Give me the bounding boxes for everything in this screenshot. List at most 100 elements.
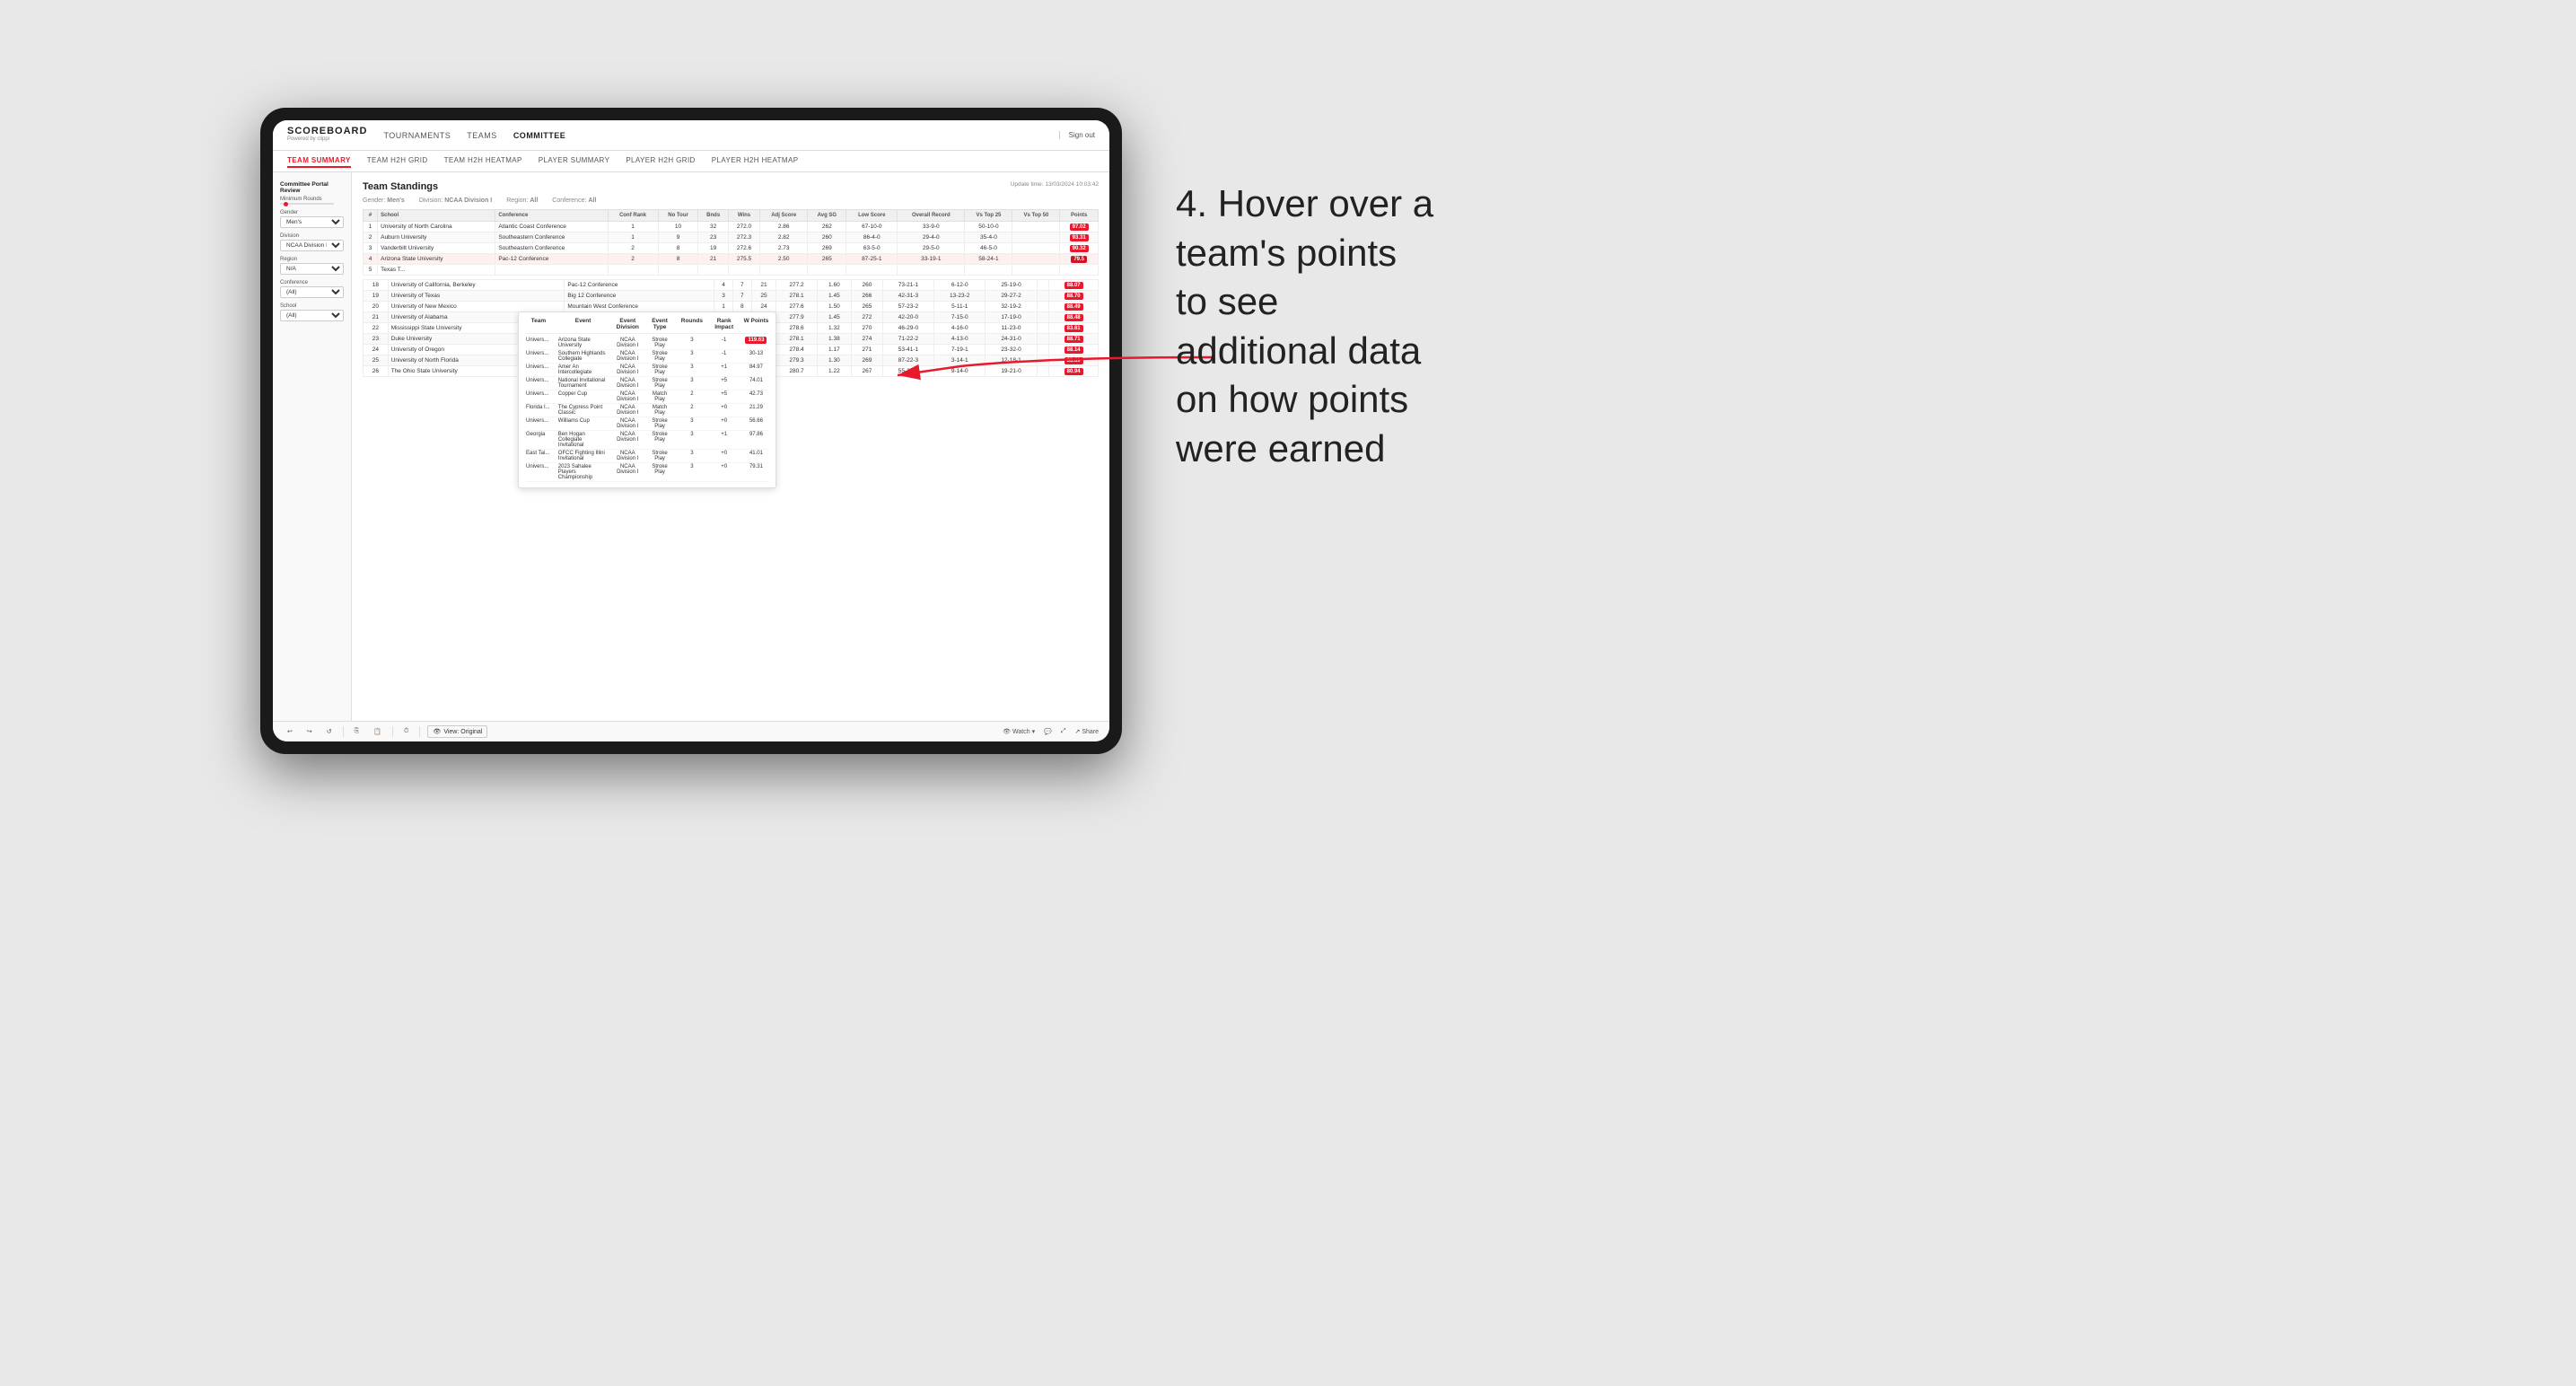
expand-button[interactable]: ⤢: [1061, 728, 1066, 735]
table-row[interactable]: 2 Auburn University Southeastern Confere…: [364, 232, 1099, 243]
nav-bar: SCOREBOARD Powered by clippi TOURNAMENTS…: [273, 120, 1109, 151]
label-gender: Gender: [280, 210, 344, 215]
share-button[interactable]: ↗ Share: [1074, 728, 1099, 735]
col-adj-score: Adj Score: [760, 210, 808, 222]
cell-avg-sg: 262: [808, 222, 846, 232]
tab-team-summary[interactable]: TEAM SUMMARY: [287, 154, 351, 168]
col-low-score: Low Score: [846, 210, 898, 222]
paste-button[interactable]: 📋: [370, 726, 385, 737]
tablet-frame: SCOREBOARD Powered by clippi TOURNAMENTS…: [260, 108, 1122, 754]
sidebar-portal-title: Committee Portal Review: [280, 181, 344, 194]
tooltip-row: Univers... Amer An Intercollegiate NCAA …: [526, 364, 768, 377]
conference-filter-label: Conference: All: [552, 197, 596, 204]
tooltip-row: Univers... Copper Cup NCAA Division I Ma…: [526, 390, 768, 404]
table-row[interactable]: 5 Texas T...: [364, 265, 1099, 276]
tooltip-col-team: Team: [526, 318, 551, 330]
tooltip-row: Univers... 2023 Sahalee Players Champion…: [526, 463, 768, 482]
nav-committee[interactable]: COMMITTEE: [513, 129, 566, 142]
cell-bnds: 32: [698, 222, 728, 232]
sidebar: Committee Portal Review Minimum Rounds G…: [273, 172, 352, 721]
label-conference: Conference: [280, 280, 344, 285]
watch-icon: 👁: [1003, 728, 1011, 735]
conference-select[interactable]: (All): [280, 286, 344, 298]
copy-button[interactable]: ⎘: [351, 726, 364, 737]
col-conference: Conference: [495, 210, 608, 222]
gender-filter-label: Gender: Men's: [363, 197, 405, 204]
toolbar-right: 👁 Watch ▾ 💬 ⤢ ↗ Share: [1003, 728, 1099, 735]
points-tooltip: Team Event Event Division Event Type Rou…: [518, 311, 776, 488]
redo-button[interactable]: ↪: [303, 726, 316, 737]
cell-wins: 272.0: [728, 222, 759, 232]
label-division: Division: [280, 233, 344, 239]
undo-button[interactable]: ↩: [284, 726, 296, 737]
report-area: Team Standings Update time: 13/03/2024 1…: [352, 172, 1109, 721]
watch-button[interactable]: 👁 Watch ▾: [1003, 728, 1035, 735]
watch-label: Watch: [1012, 729, 1030, 735]
school-select[interactable]: (All): [280, 310, 344, 321]
table-row[interactable]: 18 University of California, Berkeley Pa…: [364, 280, 1099, 291]
division-select[interactable]: NCAA Division I: [280, 240, 344, 251]
share-label: Share: [1082, 729, 1099, 735]
tooltip-col-event: Event: [558, 318, 609, 330]
view-icon: 👁: [433, 728, 441, 735]
col-wins: Wins: [728, 210, 759, 222]
tab-player-summary[interactable]: PLAYER SUMMARY: [539, 154, 610, 168]
tooltip-col-rank-impact: Rank Impact: [712, 318, 737, 330]
table-row[interactable]: 20 University of New Mexico Mountain Wes…: [364, 302, 1099, 312]
tooltip-row: Florida I... The Cypress Point Classic N…: [526, 404, 768, 417]
cell-vs50: [1012, 222, 1060, 232]
label-school: School: [280, 303, 344, 309]
cell-vs25: 50-10-0: [965, 222, 1012, 232]
timer-button[interactable]: ⏱: [400, 726, 412, 737]
table-row[interactable]: 4 Arizona State University Pac-12 Confer…: [364, 254, 1099, 265]
division-filter-label: Division: NCAA Division I: [419, 197, 492, 204]
nav-items: TOURNAMENTS TEAMS COMMITTEE: [383, 129, 1058, 142]
tooltip-row: Univers... Southern Highlands Collegiate…: [526, 350, 768, 364]
filter-row: Gender: Men's Division: NCAA Division I …: [363, 197, 1099, 204]
nav-tournaments[interactable]: TOURNAMENTS: [383, 129, 451, 142]
tab-team-h2h-grid[interactable]: TEAM H2H GRID: [367, 154, 428, 168]
cell-low-score: 67-10-0: [846, 222, 898, 232]
report-title-block: Team Standings: [363, 181, 438, 192]
col-school: School: [378, 210, 495, 222]
tooltip-col-event-type: Event Type: [647, 318, 672, 330]
nav-teams[interactable]: TEAMS: [467, 129, 497, 142]
reset-button[interactable]: ↺: [323, 726, 336, 737]
app-logo: SCOREBOARD: [287, 127, 367, 136]
update-time: Update time: 13/03/2024 10:03:42: [1011, 181, 1099, 188]
tab-player-h2h-grid[interactable]: PLAYER H2H GRID: [626, 154, 695, 168]
view-selector[interactable]: 👁 View: Original: [427, 725, 487, 738]
comment-button[interactable]: 💬: [1044, 728, 1052, 735]
tooltip-row: Univers... Williams Cup NCAA Division I …: [526, 417, 768, 431]
slider-thumb: [284, 202, 288, 206]
report-title: Team Standings: [363, 181, 438, 192]
logo-area: SCOREBOARD Powered by clippi: [287, 127, 367, 143]
gender-select[interactable]: Men's: [280, 216, 344, 228]
cell-adj-score: 2.86: [760, 222, 808, 232]
cell-conf-rank: 1: [608, 222, 658, 232]
sign-out-button[interactable]: Sign out: [1059, 131, 1095, 139]
share-icon: ↗: [1074, 728, 1080, 735]
cell-no-tour: 10: [658, 222, 698, 232]
min-rounds-slider-row: [280, 203, 344, 205]
cell-points[interactable]: 97.02: [1060, 222, 1099, 232]
tooltip-row: Univers... Arizona State University NCAA…: [526, 337, 768, 350]
label-min-rounds: Minimum Rounds: [280, 197, 344, 202]
cell-conference: Atlantic Coast Conference: [495, 222, 608, 232]
region-filter-label: Region: All: [506, 197, 538, 204]
tab-team-h2h-heatmap[interactable]: TEAM H2H HEATMAP: [444, 154, 522, 168]
report-header: Team Standings Update time: 13/03/2024 1…: [363, 181, 1099, 192]
table-row[interactable]: 19 University of Texas Big 12 Conference…: [364, 291, 1099, 302]
region-select[interactable]: N/A: [280, 263, 344, 275]
col-conf-rank: Conf Rank: [608, 210, 658, 222]
col-vs-top50: Vs Top 50: [1012, 210, 1060, 222]
col-no-tour: No Tour: [658, 210, 698, 222]
table-row[interactable]: 1 University of North Carolina Atlantic …: [364, 222, 1099, 232]
col-bnds: Bnds: [698, 210, 728, 222]
min-rounds-slider[interactable]: [280, 203, 334, 205]
table-row[interactable]: 3 Vanderbilt University Southeastern Con…: [364, 243, 1099, 254]
col-points: Points: [1060, 210, 1099, 222]
cell-overall: 33-9-0: [898, 222, 965, 232]
tab-player-h2h-heatmap[interactable]: PLAYER H2H HEATMAP: [712, 154, 799, 168]
tooltip-row: East Tai... OFCC Fighting Illini Invitat…: [526, 450, 768, 463]
